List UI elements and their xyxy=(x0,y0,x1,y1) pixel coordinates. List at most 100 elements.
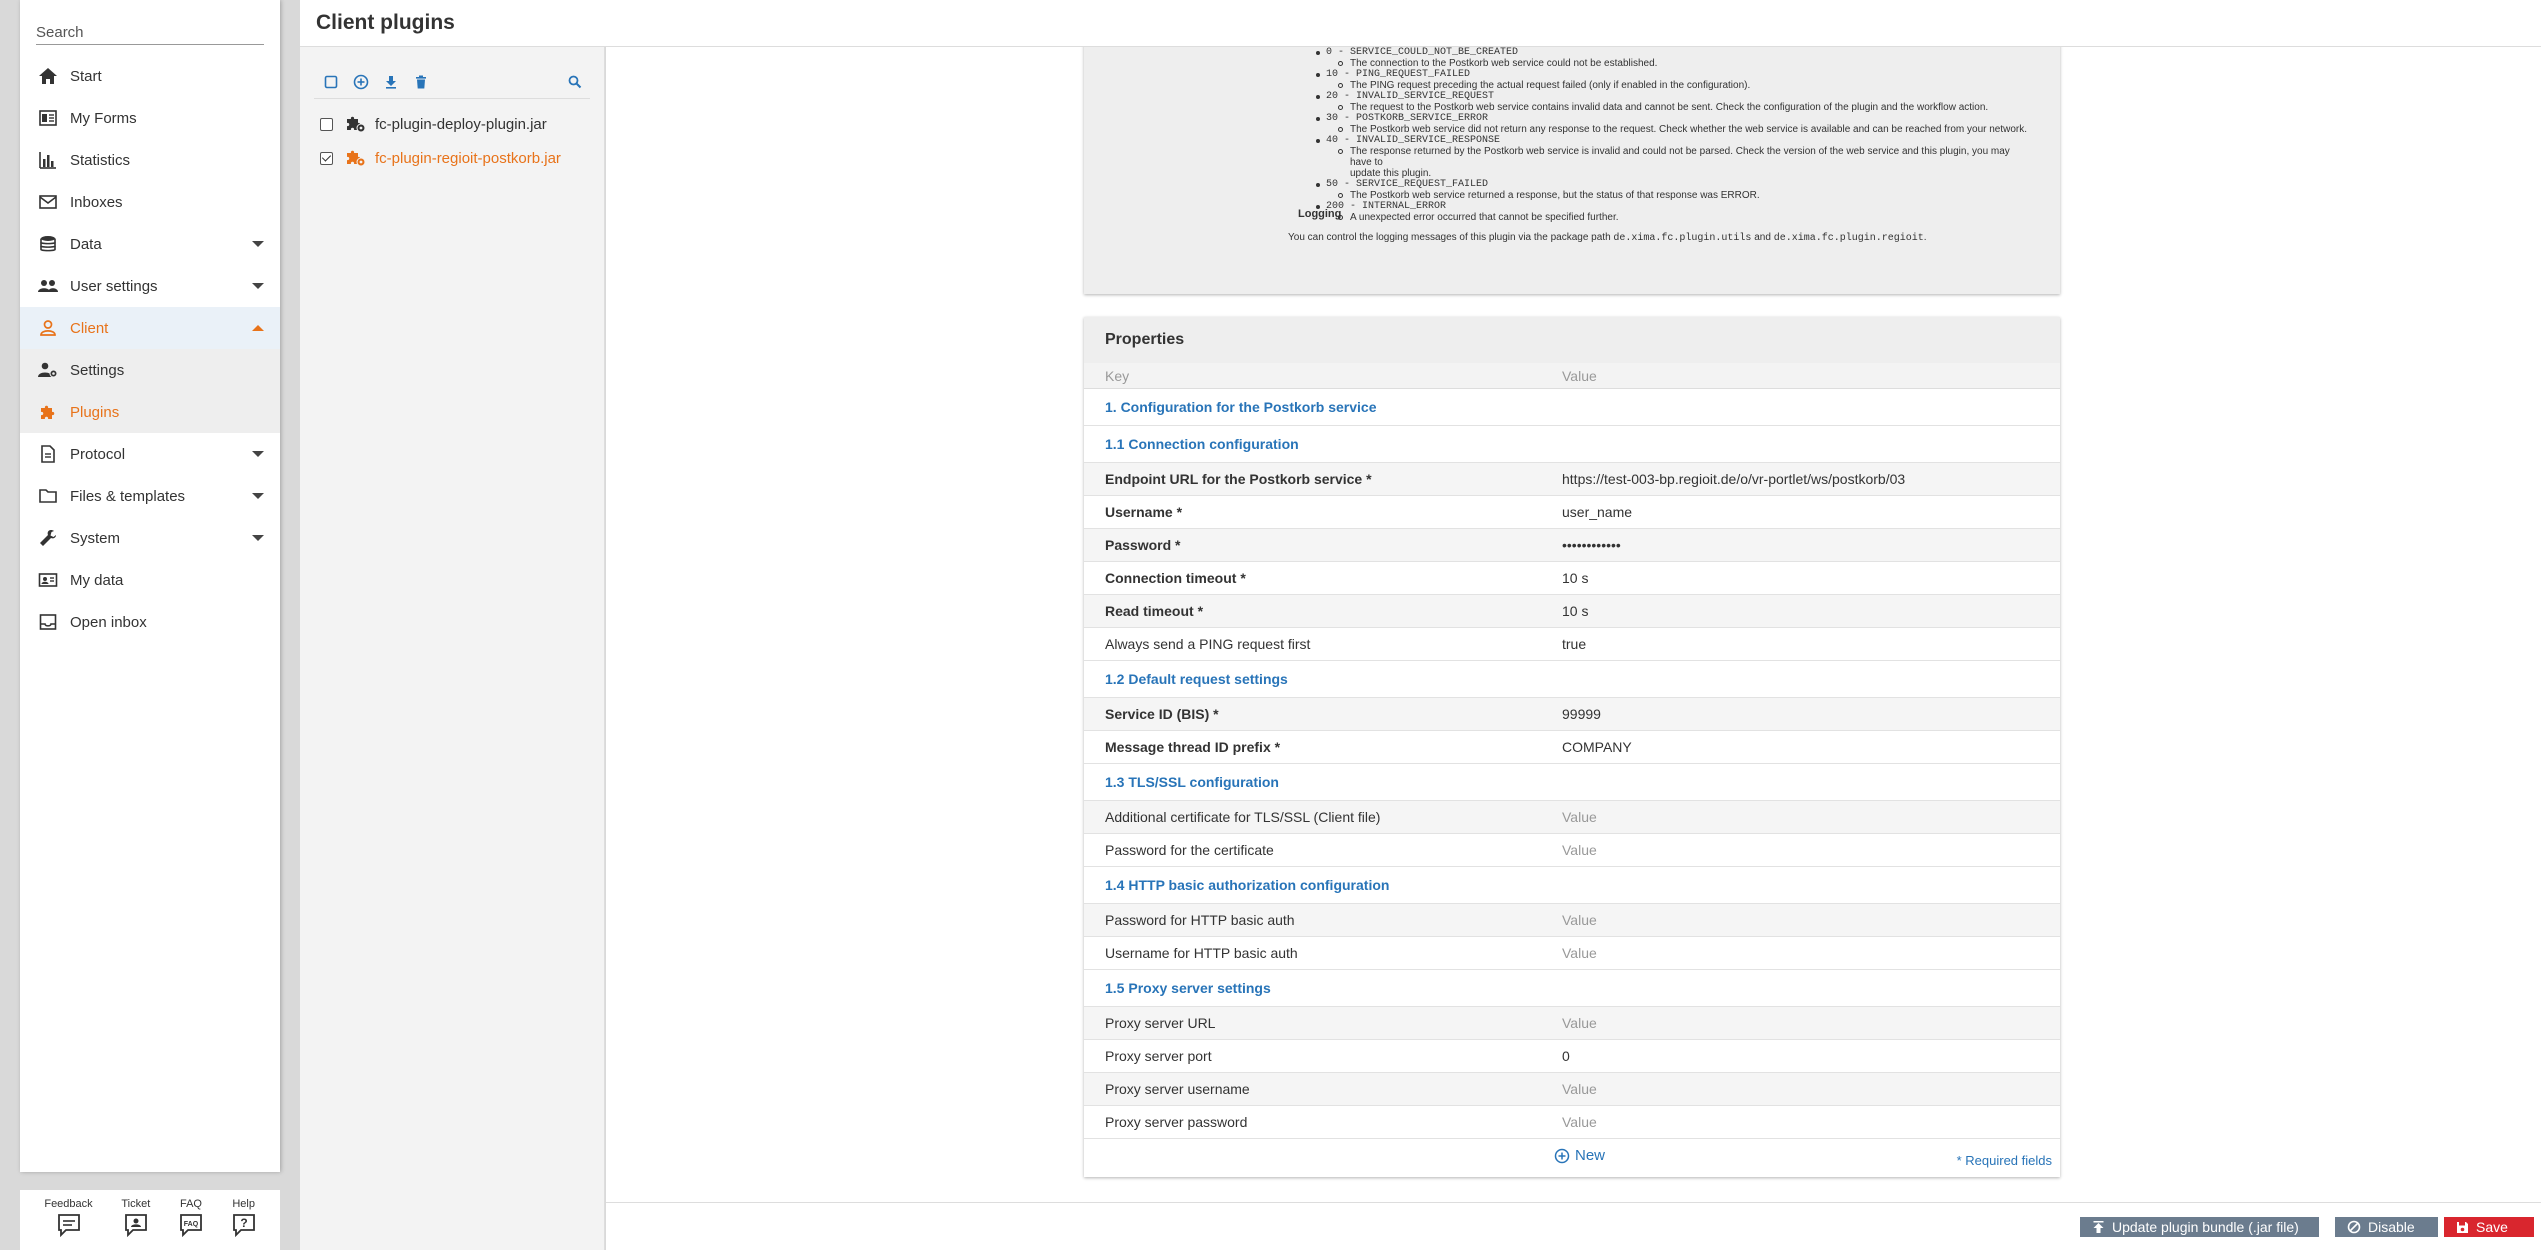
error-text: The connection to the Postkorb web servi… xyxy=(1314,58,2034,69)
error-code: 30 - POSTKORB_SERVICE_ERROR xyxy=(1314,113,2034,124)
property-row[interactable]: Password for HTTP basic auth Value xyxy=(1084,904,2060,937)
property-row[interactable]: Proxy server port 0 xyxy=(1084,1040,2060,1073)
plugin-checkbox[interactable] xyxy=(320,117,333,131)
property-value[interactable]: https://test-003-bp.regioit.de/o/vr-port… xyxy=(1562,471,2060,487)
logging-text: You can control the logging messages of … xyxy=(1288,232,1927,244)
nav-item-my-forms[interactable]: My Forms xyxy=(20,97,280,139)
property-row[interactable]: Message thread ID prefix * COMPANY xyxy=(1084,731,2060,764)
id-card-icon xyxy=(36,568,60,592)
nav-item-protocol[interactable]: Protocol xyxy=(20,433,280,475)
property-key: Password for the certificate xyxy=(1105,842,1274,858)
property-row[interactable]: Endpoint URL for the Postkorb service * … xyxy=(1084,463,2060,496)
nav-item-plugins[interactable]: Plugins xyxy=(20,391,280,433)
property-row[interactable]: Proxy server password Value xyxy=(1084,1106,2060,1139)
save-label: Save xyxy=(2476,1219,2508,1235)
help-button[interactable]: Help ? xyxy=(232,1190,256,1250)
ticket-button[interactable]: Ticket xyxy=(121,1190,150,1250)
document-icon xyxy=(36,442,60,466)
new-property-button[interactable]: New xyxy=(1554,1147,1605,1164)
property-row[interactable]: Proxy server username Value xyxy=(1084,1073,2060,1106)
error-text-continued: update this plugin. xyxy=(1350,168,1432,179)
property-row[interactable]: Always send a PING request first true xyxy=(1084,628,2060,661)
nav-item-user-settings[interactable]: User settings xyxy=(20,265,280,307)
disable-label: Disable xyxy=(2368,1219,2415,1235)
nav-item-inboxes[interactable]: Inboxes xyxy=(20,181,280,223)
nav-item-start[interactable]: Start xyxy=(20,55,280,97)
property-key: Proxy server password xyxy=(1105,1114,1248,1130)
section-proxy-server: 1.5 Proxy server settings xyxy=(1084,970,2060,1007)
plugin-checkbox[interactable] xyxy=(320,151,333,165)
error-entry: 0 - SERVICE_COULD_NOT_BE_CREATED The con… xyxy=(1314,47,2034,69)
property-value[interactable]: Value xyxy=(1562,1015,2060,1031)
nav-item-settings[interactable]: Settings xyxy=(20,349,280,391)
property-value[interactable]: true xyxy=(1562,636,2060,652)
property-value[interactable]: Value xyxy=(1562,809,2060,825)
column-key: Key xyxy=(1105,367,1130,384)
nav-item-data[interactable]: Data xyxy=(20,223,280,265)
property-value[interactable]: user_name xyxy=(1562,504,2060,520)
property-value[interactable]: 10 s xyxy=(1562,603,2060,619)
property-key: Endpoint URL for the Postkorb service * xyxy=(1105,471,1372,487)
property-key: Proxy server port xyxy=(1105,1048,1212,1064)
faq-button[interactable]: FAQ FAQ xyxy=(179,1190,203,1250)
property-row[interactable]: Additional certificate for TLS/SSL (Clie… xyxy=(1084,801,2060,834)
nav-list: Start My Forms Statistics Inboxes Data U… xyxy=(20,55,280,643)
nav-sub-client: Settings Plugins xyxy=(20,349,280,433)
property-value[interactable]: COMPANY xyxy=(1562,739,2060,755)
nav-item-statistics[interactable]: Statistics xyxy=(20,139,280,181)
nav-item-label: My data xyxy=(70,571,124,589)
save-icon xyxy=(2457,1221,2468,1233)
property-value[interactable]: 99999 xyxy=(1562,706,2060,722)
error-code: 40 - INVALID_SERVICE_RESPONSE xyxy=(1314,135,2034,146)
property-value[interactable]: Value xyxy=(1562,842,2060,858)
nav-item-label: Open inbox xyxy=(70,613,147,631)
property-key: Username * xyxy=(1105,504,1183,520)
search-input[interactable] xyxy=(36,22,264,45)
property-row[interactable]: Service ID (BIS) * 99999 xyxy=(1084,698,2060,731)
nav-item-my-data[interactable]: My data xyxy=(20,559,280,601)
plugin-item-regioit-postkorb[interactable]: fc-plugin-regioit-postkorb.jar xyxy=(300,141,604,175)
property-value[interactable]: 10 s xyxy=(1562,570,2060,586)
section-connection-config: 1.1 Connection configuration xyxy=(1084,426,2060,463)
property-value[interactable]: Value xyxy=(1562,945,2060,961)
nav-item-client[interactable]: Client xyxy=(20,307,280,349)
property-row[interactable]: Username for HTTP basic auth Value xyxy=(1084,937,2060,970)
delete-plugin-button[interactable] xyxy=(406,70,436,94)
property-row[interactable]: Password for the certificate Value xyxy=(1084,834,2060,867)
logging-package-regioit: de.xima.fc.plugin.regioit xyxy=(1773,233,1924,244)
help-icon-text: ? xyxy=(240,1216,247,1230)
property-row[interactable]: Username * user_name xyxy=(1084,496,2060,529)
property-row[interactable]: Proxy server URL Value xyxy=(1084,1007,2060,1040)
property-row[interactable]: Read timeout * 10 s xyxy=(1084,595,2060,628)
feedback-button[interactable]: Feedback xyxy=(44,1190,93,1250)
plus-circle-icon xyxy=(353,74,369,89)
select-all-button[interactable] xyxy=(316,70,346,94)
search-plugin-button[interactable] xyxy=(560,70,590,94)
upload-icon xyxy=(2093,1220,2104,1233)
property-value[interactable]: •••••••••••• xyxy=(1562,537,2060,553)
sidebar: Start My Forms Statistics Inboxes Data U… xyxy=(20,0,280,1172)
update-plugin-bundle-button[interactable]: Update plugin bundle (.jar file) xyxy=(2080,1217,2319,1237)
property-value[interactable]: Value xyxy=(1562,1081,2060,1097)
mail-icon xyxy=(36,190,60,214)
property-row[interactable]: Connection timeout * 10 s xyxy=(1084,562,2060,595)
nav-item-system[interactable]: System xyxy=(20,517,280,559)
nav-item-open-inbox[interactable]: Open inbox xyxy=(20,601,280,643)
nav-item-files-templates[interactable]: Files & templates xyxy=(20,475,280,517)
add-plugin-button[interactable] xyxy=(346,70,376,94)
property-value[interactable]: Value xyxy=(1562,912,2060,928)
property-row[interactable]: Password * •••••••••••• xyxy=(1084,529,2060,562)
nav-item-label: Data xyxy=(70,235,102,253)
chevron-down-icon xyxy=(252,241,264,247)
disable-button[interactable]: Disable xyxy=(2335,1217,2438,1237)
chevron-up-icon xyxy=(252,325,264,331)
properties-column-header: Key Value xyxy=(1084,363,2060,389)
property-value[interactable]: Value xyxy=(1562,1114,2060,1130)
plugin-item-deploy[interactable]: fc-plugin-deploy-plugin.jar xyxy=(300,107,604,141)
save-button[interactable]: Save xyxy=(2444,1217,2534,1237)
property-key: Always send a PING request first xyxy=(1105,636,1311,652)
download-plugin-button[interactable] xyxy=(376,70,406,94)
property-value[interactable]: 0 xyxy=(1562,1048,2060,1064)
chevron-down-icon xyxy=(252,535,264,541)
plugin-list-toolbar xyxy=(314,65,590,99)
